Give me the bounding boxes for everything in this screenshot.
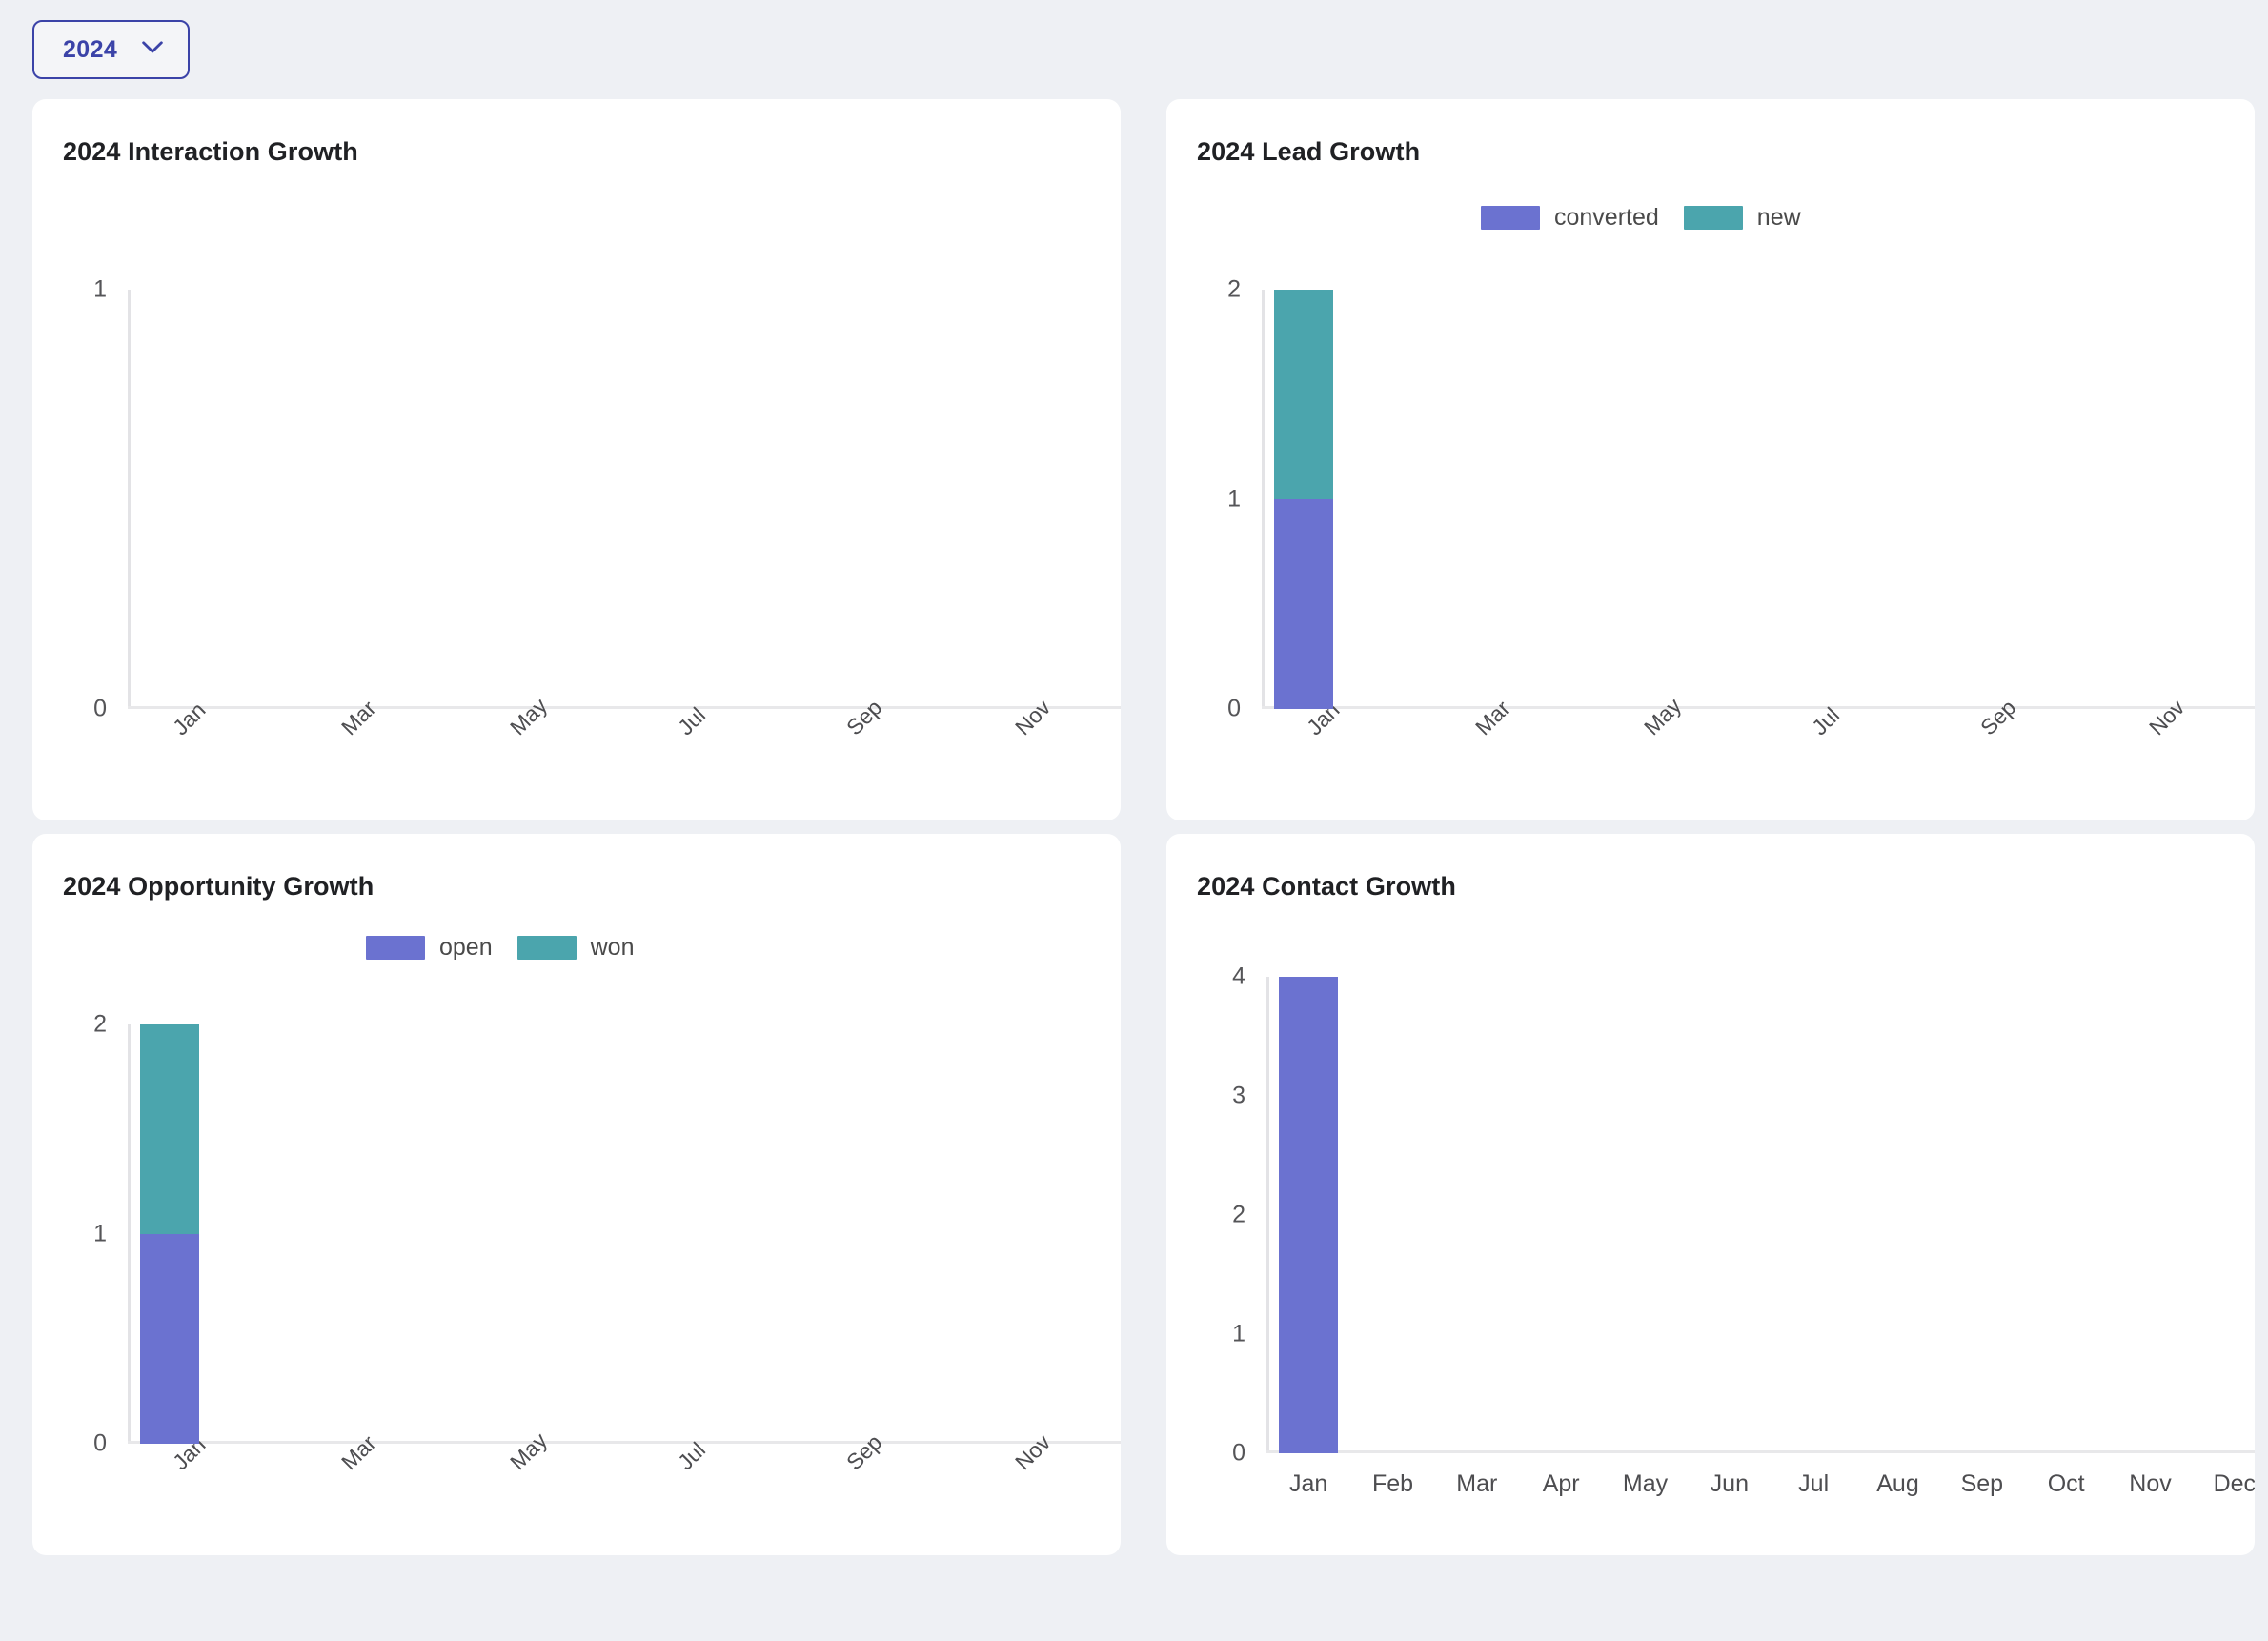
y-axis-tick-label: 4 [1232,962,1245,990]
legend-item[interactable]: open [366,934,493,962]
legend-label: new [1756,204,1801,231]
x-axis-tick-label: Apr [1542,1470,1580,1497]
y-axis-tick-label: 2 [1232,1201,1245,1228]
y-axis-tick-label: 0 [93,695,107,722]
x-axis-tick-label: Mar [1456,1470,1498,1497]
x-axis-tick-label: Sep [1960,1470,2004,1497]
x-axis-tick-label: Mar [1469,695,1515,740]
legend-item[interactable]: won [516,934,635,962]
x-axis-tick-label: Jul [1798,1470,1830,1497]
x-axis-tick-label: May [504,693,552,740]
y-axis-tick-label: 0 [1227,695,1241,722]
legend-swatch [516,936,577,960]
chart-canvas: 0 1 2 Jan Mar May Jul Sep Nov [93,1011,1121,1474]
chart-plot-area: 0 1 2 Jan Mar May Jul Sep Nov [1227,276,2255,739]
bar-segment[interactable] [140,1234,200,1444]
card-contact-growth: 2024 Contact Growth 0 1 2 3 4 Jan Feb Mar Apr May… [1166,834,2255,1555]
legend-label: converted [1554,204,1659,231]
year-filter-value: 2024 [63,35,118,63]
x-axis-tick-label: Dec [2213,1470,2255,1497]
y-axis-tick-label: 0 [93,1429,107,1457]
y-axis-tick-label: 3 [1232,1082,1245,1109]
bar-stack[interactable] [140,1024,200,1444]
chart-legend: open won [366,934,635,962]
x-axis-tick-label: Aug [1876,1470,1919,1497]
bar-segment[interactable] [1279,977,1339,1453]
x-axis-tick-label: Nov [1009,695,1055,740]
x-axis-line [1262,706,2255,709]
x-axis-tick-label: Oct [2047,1470,2085,1497]
x-axis-tick-label: Feb [1371,1470,1414,1497]
card-lead-growth: 2024 Lead Growth converted new 0 1 2 Jan Mar M… [1166,99,2255,820]
x-axis-tick-label: Jan [168,697,211,740]
chart-canvas: 0 1 2 3 4 Jan Feb Mar Apr May Jun Jul Aug Sep Oct Nov De… [1232,963,2255,1497]
card-title: 2024 Lead Growth [1197,137,1421,166]
y-axis-line [128,290,131,709]
chart-plot-area: 0 1 2 Jan Mar May Jul Sep Nov [93,1011,1121,1474]
y-axis-tick-label: 1 [93,275,107,303]
x-axis-tick-label: Jun [1710,1470,1749,1497]
x-axis-tick-label: Sep [1974,695,2021,740]
y-axis-line [128,1024,131,1444]
legend-swatch [366,936,425,960]
chart-plot-area: 0 1 Jan Mar May Jul Sep Nov [93,276,1121,739]
card-title: 2024 Opportunity Growth [63,872,375,901]
y-axis-line [1266,977,1269,1453]
legend-label: won [590,934,635,961]
year-filter-dropdown[interactable]: 2024 [32,20,191,79]
card-title: 2024 Contact Growth [1197,872,1456,901]
chart-legend: converted new [1481,204,1801,232]
y-axis-tick-label: 1 [1232,1320,1245,1347]
x-axis-line [1266,1450,2255,1453]
card-title: 2024 Interaction Growth [63,137,358,166]
card-opportunity-growth: 2024 Opportunity Growth open won 0 1 2 Jan Ma… [32,834,1121,1555]
x-axis-tick-label: Mar [335,695,381,740]
legend-item[interactable]: new [1683,204,1801,232]
legend-swatch [1481,206,1540,230]
bar-segment[interactable] [1274,290,1334,499]
x-axis-tick-label: May [504,1428,552,1475]
bar-stack[interactable] [1279,977,1339,1453]
x-axis-tick-label: Nov [2143,695,2189,740]
legend-label: open [439,934,493,961]
legend-item[interactable]: converted [1481,204,1659,232]
x-axis-tick-label: Nov [2129,1470,2172,1497]
chart-card-grid: 2024 Interaction Growth 0 1 Jan Mar May Jul Se… [0,99,2268,1569]
x-axis-tick-label: Sep [840,695,887,740]
legend-swatch [1683,206,1743,230]
x-axis-tick-label: Jan [1289,1470,1328,1497]
x-axis-tick-label: Sep [840,1429,887,1475]
y-axis-tick-label: 0 [1232,1439,1245,1467]
y-axis-tick-label: 1 [1227,485,1241,513]
x-axis-line [128,1441,1121,1444]
chevron-down-icon [142,40,164,59]
x-axis-tick-label: May [1638,693,1686,740]
y-axis-tick-label: 1 [93,1220,107,1247]
bar-segment[interactable] [140,1024,200,1234]
dashboard-toolbar: 2024 [0,0,2268,99]
x-axis-line [128,706,1121,709]
y-axis-tick-label: 2 [93,1010,107,1038]
x-axis-tick-label: Nov [1009,1429,1055,1475]
chart-plot-area: 0 1 2 3 4 Jan Feb Mar Apr May Jun Jul Aug Sep Oct Nov De… [1232,963,2255,1497]
bar-stack[interactable] [1274,290,1334,709]
y-axis-line [1262,290,1265,709]
card-interaction-growth: 2024 Interaction Growth 0 1 Jan Mar May Jul Se… [32,99,1121,820]
chart-canvas: 0 1 2 Jan Mar May Jul Sep Nov [1227,276,2255,739]
chart-canvas: 0 1 Jan Mar May Jul Sep Nov [93,276,1121,739]
x-axis-tick-label: Mar [335,1429,381,1475]
bar-segment[interactable] [1274,499,1334,709]
x-axis-tick-label: May [1622,1470,1669,1497]
y-axis-tick-label: 2 [1227,275,1241,303]
